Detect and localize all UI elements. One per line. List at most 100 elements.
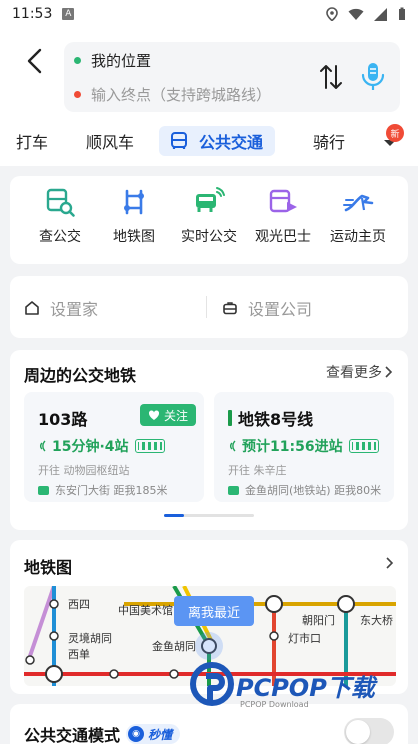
divider	[206, 296, 207, 318]
metro-map-title: 地铁图	[24, 558, 73, 577]
quick-action-metro-map[interactable]: 地铁图	[99, 186, 169, 246]
realtime-signal-icon	[40, 440, 46, 452]
stop-info: 东安门大街 距我185米	[38, 482, 168, 498]
briefcase-icon	[223, 302, 237, 315]
bus-stop-icon	[38, 485, 49, 495]
quick-action-sport[interactable]: 运动主页	[323, 186, 393, 246]
voice-input-icon[interactable]	[358, 60, 388, 94]
see-more-label: 查看更多	[326, 365, 382, 381]
route-destination-field[interactable]: 输入终点（支持跨城路线）	[74, 82, 271, 106]
station-label: 东大桥	[360, 614, 393, 627]
realtime-bus-icon	[196, 187, 225, 212]
swap-icon[interactable]	[318, 62, 344, 92]
quick-action-bus-search[interactable]: 查公交	[25, 186, 95, 246]
direction-text: 开往 动物园枢纽站	[38, 464, 130, 477]
bus-icon	[171, 132, 187, 149]
tab-carpool-label: 顺风车	[86, 133, 135, 152]
bus-line-card[interactable]: 103路 关注 15分钟·4站 开往 动物园枢纽站 东安门大街 距我185米	[24, 392, 204, 502]
set-company-label: 设置公司	[248, 300, 313, 319]
tab-cycling[interactable]: 骑行	[313, 126, 345, 156]
see-more-link[interactable]: 查看更多	[326, 362, 394, 382]
app-notification-icon: A	[62, 8, 75, 20]
station-label: 灵境胡同	[68, 632, 112, 645]
station-label: 朝阳门	[302, 614, 335, 627]
follow-button[interactable]: 关注	[139, 404, 196, 426]
quick-action-label: 查公交	[39, 229, 81, 245]
transport-tabs: 打车 顺风车 公共交通 骑行 新	[0, 116, 418, 166]
tab-taxi[interactable]: 打车	[16, 126, 48, 156]
line-name: 地铁8号线	[228, 406, 313, 430]
wifi-icon	[348, 8, 364, 20]
metro-line-card[interactable]: 地铁8号线 预计11:56进站 开往 朱辛庄 金鱼胡同(地铁站) 距我80米	[214, 392, 394, 502]
signal-icon	[374, 7, 387, 21]
set-home-label: 设置家	[50, 300, 99, 319]
metro-station-icon	[228, 485, 239, 495]
set-home-button[interactable]: 设置家	[24, 296, 98, 320]
station-label: 西单	[68, 648, 90, 661]
direction-text: 开往 朱辛庄	[228, 464, 287, 477]
transit-mode-title: 公共交通模式 ◉ 秒懂	[24, 722, 181, 744]
battery-icon	[399, 7, 405, 20]
quick-action-realtime-bus[interactable]: 实时公交	[174, 186, 244, 246]
stop-info: 金鱼胡同(地铁站) 距我80米	[228, 482, 381, 498]
quick-action-label: 运动主页	[330, 229, 386, 245]
eta-text: 15分钟·4站	[52, 439, 129, 455]
realtime-signal-icon	[230, 440, 236, 452]
location-status-icon	[326, 7, 338, 21]
carousel-pager	[164, 514, 254, 517]
watermark: PCPOP下载 PCPOP Download	[190, 660, 410, 716]
set-company-button[interactable]: 设置公司	[222, 296, 312, 320]
route-input-box: 我的位置 输入终点（支持跨城路线）	[64, 42, 400, 112]
nearby-transit-card: 周边的公交地铁 查看更多 103路 关注 15分钟·4站 开往 动物园枢纽站 东…	[10, 350, 408, 530]
quick-actions-card: 查公交 地铁图 实时公交 观光巴士 运动主页	[10, 176, 408, 264]
quick-action-sightseeing-bus[interactable]: 观光巴士	[248, 186, 318, 246]
stop-text: 金鱼胡同(地铁站) 距我80米	[245, 484, 382, 497]
eta-text: 预计11:56进站	[242, 439, 343, 455]
transit-mode-toggle[interactable]	[344, 718, 394, 744]
badge-label: 秒懂	[148, 727, 173, 742]
watermark-text: PCPOP下载	[236, 674, 375, 702]
chevron-right-icon[interactable]	[384, 556, 394, 570]
nearby-title: 周边的公交地铁	[24, 366, 137, 385]
station-label: 西四	[68, 598, 90, 611]
transit-mode-title-text: 公共交通模式	[24, 726, 121, 744]
route-start-field[interactable]: 我的位置	[74, 48, 151, 72]
status-bar: 11:53 A	[0, 0, 418, 28]
bus-search-icon	[46, 188, 75, 217]
saved-places-card: 设置家 设置公司	[10, 276, 408, 338]
quick-understand-badge[interactable]: ◉ 秒懂	[126, 724, 181, 744]
tab-public-transit-label: 公共交通	[199, 133, 264, 152]
watermark-subtext: PCPOP Download	[240, 700, 309, 709]
toggle-knob	[346, 720, 370, 744]
end-dot-icon	[74, 90, 81, 98]
quick-action-label: 实时公交	[181, 229, 237, 245]
line-name: 103路	[38, 410, 88, 429]
chevron-right-icon	[385, 366, 393, 378]
station-label: 中国美术馆	[118, 604, 173, 617]
quick-action-label: 观光巴士	[255, 229, 311, 245]
stop-text: 东安门大街 距我185米	[55, 484, 168, 497]
route-start-label: 我的位置	[91, 51, 152, 70]
tab-taxi-label: 打车	[16, 133, 49, 152]
home-icon	[25, 301, 39, 315]
status-time: 11:53	[12, 6, 53, 22]
station-label: 金鱼胡同	[152, 640, 196, 653]
route-header: 我的位置 输入终点（支持跨城路线）	[0, 28, 418, 116]
heart-icon	[148, 409, 160, 420]
metro-line-color-icon	[228, 410, 232, 426]
follow-label: 关注	[163, 408, 188, 423]
quick-action-label: 地铁图	[113, 229, 155, 245]
nearest-station-tooltip: 离我最近	[174, 596, 255, 626]
tab-public-transit[interactable]: 公共交通	[159, 126, 276, 156]
station-label: 灯市口	[288, 632, 321, 645]
tab-carpool[interactable]: 顺风车	[86, 126, 134, 156]
pager-active-indicator	[164, 514, 184, 517]
new-badge: 新	[386, 124, 404, 142]
tab-cycling-label: 骑行	[313, 133, 346, 152]
crowd-level-icon	[348, 439, 379, 453]
crowd-level-icon	[134, 439, 165, 453]
eta-info: 预计11:56进站	[228, 436, 379, 456]
sport-icon	[343, 194, 374, 212]
back-icon[interactable]	[20, 46, 50, 76]
sightseeing-bus-icon	[269, 189, 297, 213]
